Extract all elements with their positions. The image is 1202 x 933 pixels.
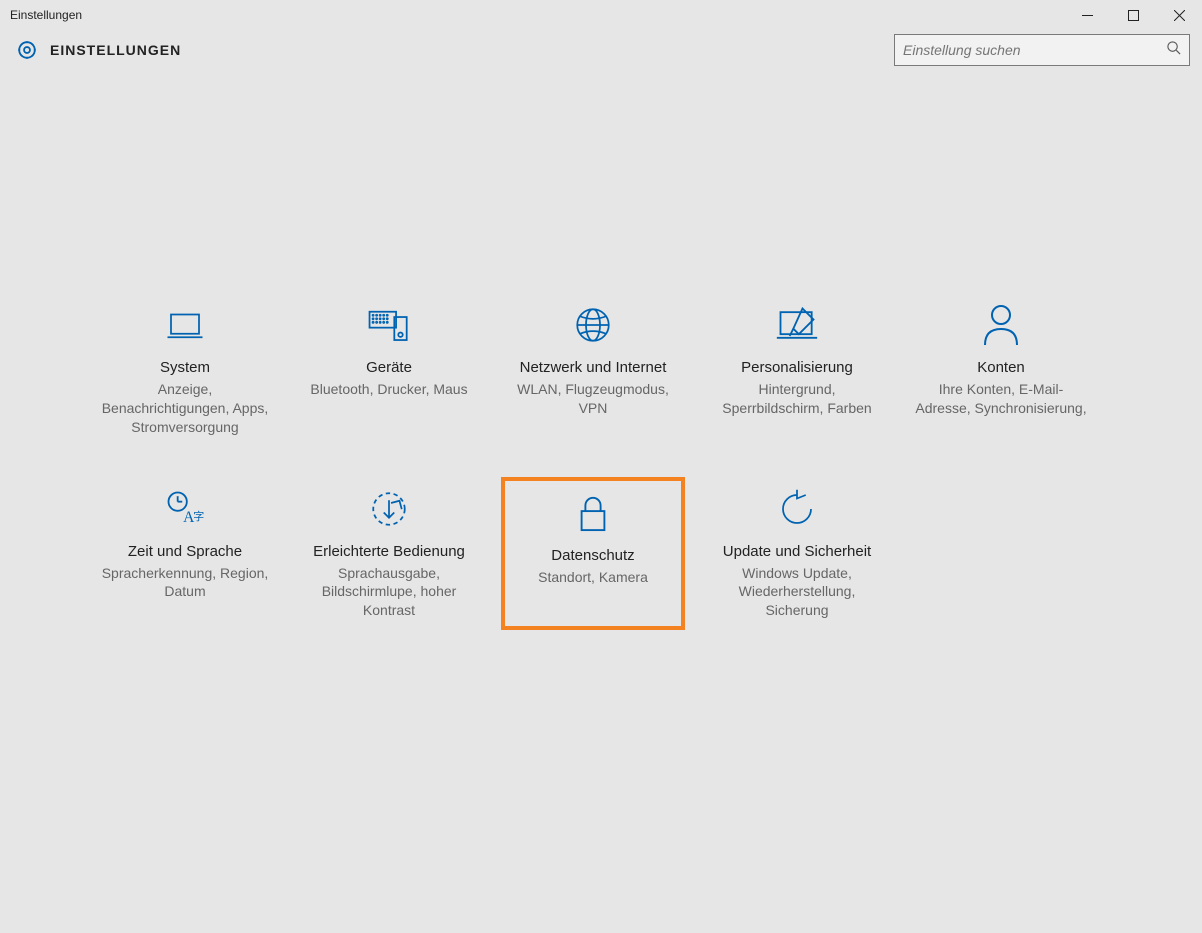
gear-icon <box>16 39 38 61</box>
tile-desc: WLAN, Flugzeugmodus, VPN <box>505 380 681 418</box>
tile-desc: Sprachausgabe, Bildschirmlupe, hoher Kon… <box>301 564 477 621</box>
personalization-icon <box>775 301 819 349</box>
header: EINSTELLUNGEN <box>0 30 1202 70</box>
tile-system[interactable]: System Anzeige, Benachrichtigungen, Apps… <box>93 293 277 447</box>
tile-desc: Standort, Kamera <box>538 568 648 587</box>
search-input[interactable] <box>903 42 1166 58</box>
tile-time-language[interactable]: A 字 Zeit und Sprache Spracherkennung, Re… <box>93 477 277 631</box>
tile-ease-of-access[interactable]: Erleichterte Bedienung Sprachausgabe, Bi… <box>297 477 481 631</box>
tile-label: Zeit und Sprache <box>128 543 242 560</box>
close-button[interactable] <box>1156 0 1202 30</box>
tile-personalization[interactable]: Personalisierung Hintergrund, Sperrbilds… <box>705 293 889 447</box>
tile-desc: Windows Update, Wiederherstellung, Siche… <box>709 564 885 621</box>
tile-desc: Hintergrund, Sperrbildschirm, Farben <box>709 380 885 418</box>
search-icon <box>1166 40 1181 60</box>
tile-update-security[interactable]: Update und Sicherheit Windows Update, Wi… <box>705 477 889 631</box>
tile-label: Konten <box>977 359 1025 376</box>
tile-label: Netzwerk und Internet <box>520 359 667 376</box>
minimize-button[interactable] <box>1064 0 1110 30</box>
tile-label: Personalisierung <box>741 359 853 376</box>
tile-network[interactable]: Netzwerk und Internet WLAN, Flugzeugmodu… <box>501 293 685 447</box>
tile-label: Erleichterte Bedienung <box>313 543 465 560</box>
tile-label: Geräte <box>366 359 412 376</box>
tile-label: Datenschutz <box>551 547 634 564</box>
person-icon <box>981 301 1021 349</box>
devices-icon <box>366 301 412 349</box>
system-icon <box>164 301 206 349</box>
maximize-button[interactable] <box>1110 0 1156 30</box>
tile-devices[interactable]: Geräte Bluetooth, Drucker, Maus <box>297 293 481 447</box>
settings-content: System Anzeige, Benachrichtigungen, Apps… <box>0 70 1202 933</box>
window-controls <box>1064 0 1202 30</box>
time-language-icon: A 字 <box>163 485 207 533</box>
settings-grid: System Anzeige, Benachrichtigungen, Apps… <box>93 293 1109 630</box>
lock-icon <box>574 489 612 537</box>
tile-desc: Spracherkennung, Region, Datum <box>97 564 273 602</box>
window-titlebar: Einstellungen <box>0 0 1202 30</box>
tile-label: Update und Sicherheit <box>723 543 871 560</box>
tile-accounts[interactable]: Konten Ihre Konten, E-Mail-Adresse, Sync… <box>909 293 1093 447</box>
tile-desc: Bluetooth, Drucker, Maus <box>310 380 467 399</box>
tile-privacy[interactable]: Datenschutz Standort, Kamera <box>501 477 685 631</box>
window-title: Einstellungen <box>8 8 82 22</box>
svg-text:字: 字 <box>193 509 204 523</box>
update-icon <box>776 485 818 533</box>
globe-icon <box>572 301 614 349</box>
ease-of-access-icon <box>368 485 410 533</box>
page-title: EINSTELLUNGEN <box>50 42 181 58</box>
tile-desc: Anzeige, Benachrichtigungen, Apps, Strom… <box>97 380 273 437</box>
search-box[interactable] <box>894 34 1190 66</box>
tile-label: System <box>160 359 210 376</box>
tile-desc: Ihre Konten, E-Mail-Adresse, Synchronisi… <box>913 380 1089 418</box>
